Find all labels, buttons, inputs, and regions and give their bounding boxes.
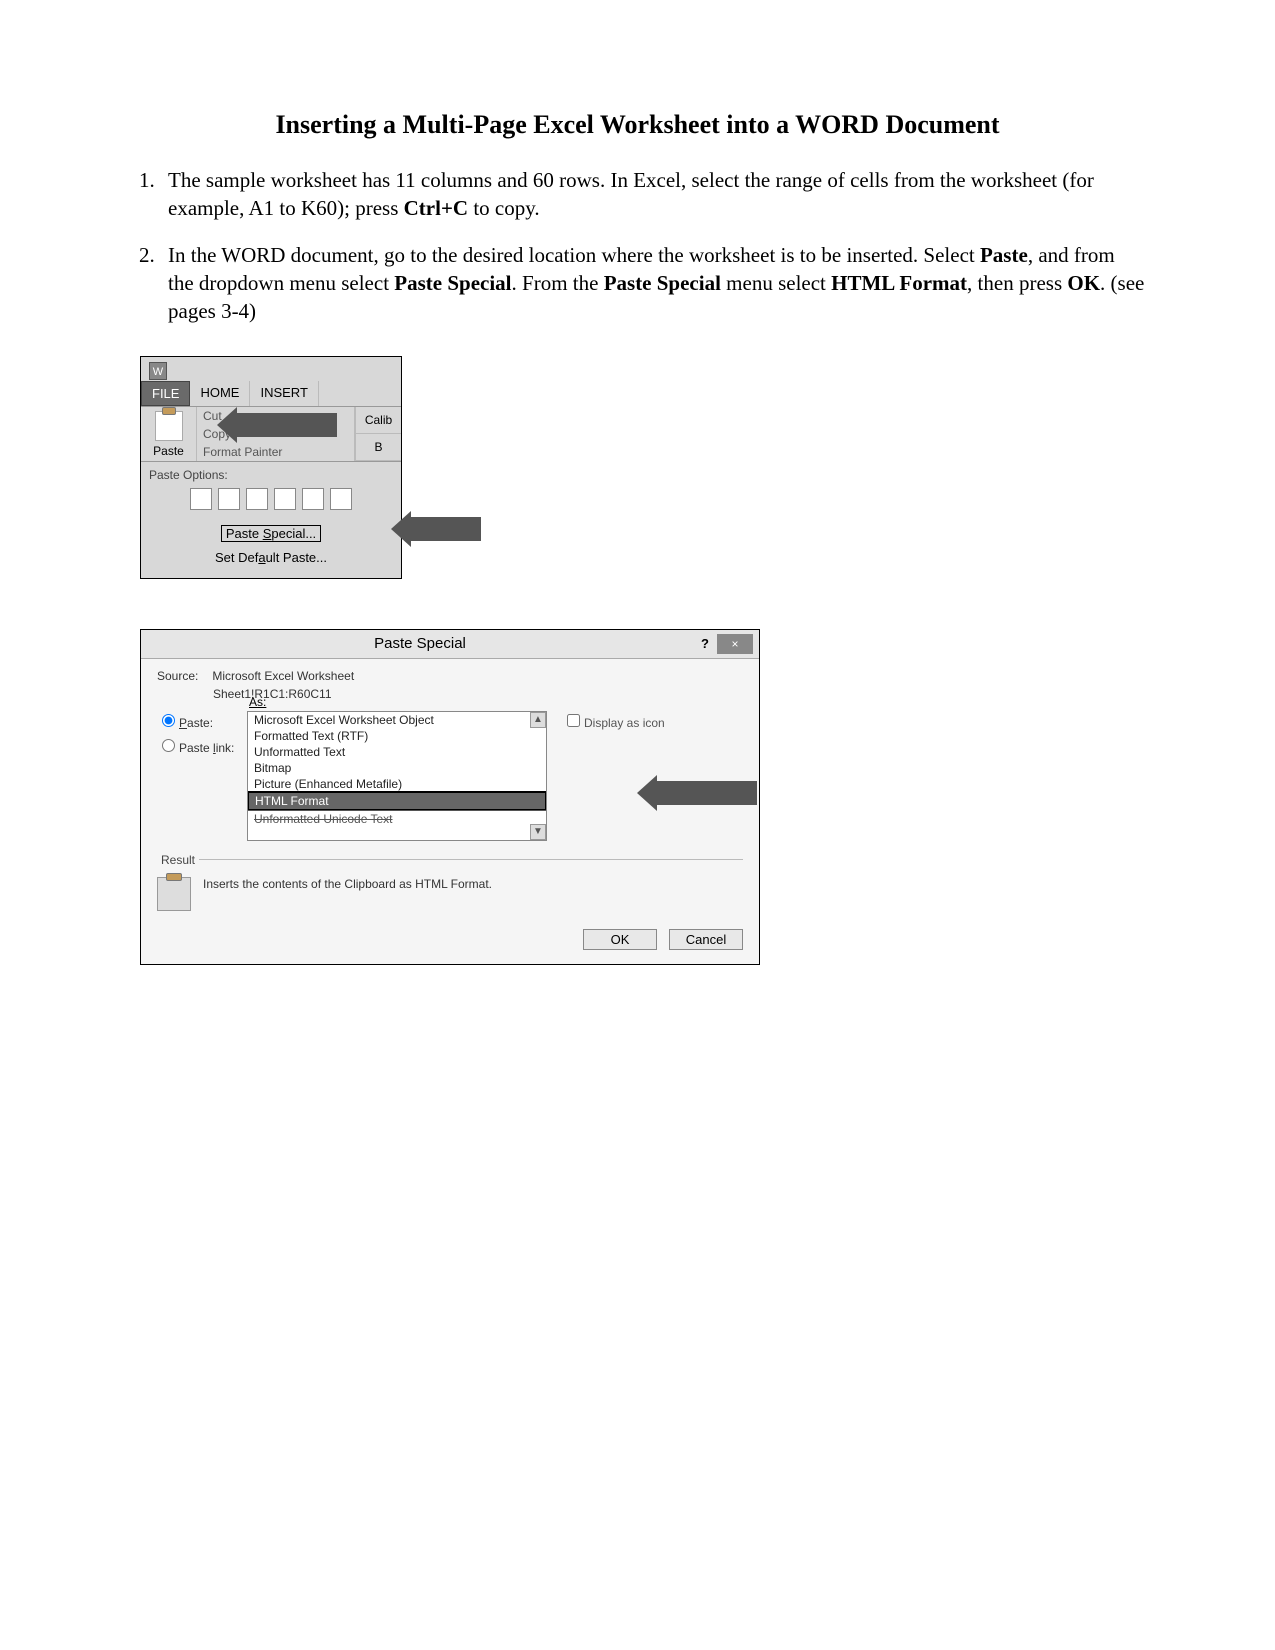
paste-button-label: Paste xyxy=(153,444,184,458)
list-item[interactable]: Bitmap xyxy=(248,760,546,776)
as-format-list[interactable]: Microsoft Excel Worksheet Object Formatt… xyxy=(247,711,547,841)
list-item[interactable]: Microsoft Excel Worksheet Object xyxy=(248,712,546,728)
dialog-title: Paste Special xyxy=(147,635,693,652)
source-value-1: Microsoft Excel Worksheet xyxy=(212,669,354,683)
paste-button[interactable]: Paste xyxy=(141,407,197,461)
result-heading: Result xyxy=(157,853,199,867)
paste-option-icons xyxy=(149,488,393,510)
tab-insert[interactable]: INSERT xyxy=(250,381,318,406)
clipboard-group: Cut Copy Format Painter xyxy=(197,407,355,461)
paste-radio-input[interactable] xyxy=(162,714,175,727)
instruction-list: The sample worksheet has 11 columns and … xyxy=(130,166,1145,326)
paste-radio[interactable]: Paste: xyxy=(157,711,247,730)
display-as-icon-checkbox[interactable]: Display as icon xyxy=(563,716,665,730)
font-name-fragment: Calib xyxy=(356,407,401,434)
paste-special-menu-item[interactable]: Paste Special... xyxy=(221,525,321,542)
word-app-icon: W xyxy=(149,362,167,380)
paste-option-icon[interactable] xyxy=(302,488,324,510)
ribbon-tabs: FILE HOME INSERT xyxy=(141,381,401,407)
paste-option-icon[interactable] xyxy=(218,488,240,510)
scroll-down-button[interactable]: ▼ xyxy=(530,824,546,840)
callout-arrow-icon xyxy=(237,413,337,437)
list-item[interactable]: Unformatted Text xyxy=(248,744,546,760)
paste-option-icon[interactable] xyxy=(190,488,212,510)
list-item[interactable]: Formatted Text (RTF) xyxy=(248,728,546,744)
scroll-up-button[interactable]: ▲ xyxy=(530,712,546,728)
result-description: Inserts the contents of the Clipboard as… xyxy=(203,877,492,891)
paste-special-dialog: Paste Special ? × Source: Microsoft Exce… xyxy=(140,629,760,965)
tab-home[interactable]: HOME xyxy=(190,381,250,406)
paste-link-radio[interactable]: Paste link: xyxy=(157,736,247,755)
source-line-1: Source: Microsoft Excel Worksheet xyxy=(157,669,743,683)
result-section: Result Inserts the contents of the Clipb… xyxy=(157,859,743,911)
instruction-1: The sample worksheet has 11 columns and … xyxy=(160,166,1145,223)
font-group: Calib B xyxy=(355,407,401,461)
list-item[interactable]: Picture (Enhanced Metafile) xyxy=(248,776,546,792)
paste-option-icon[interactable] xyxy=(330,488,352,510)
as-label: As: xyxy=(249,695,266,709)
close-button[interactable]: × xyxy=(717,634,753,654)
paste-options-heading: Paste Options: xyxy=(149,468,393,482)
bold-button[interactable]: B xyxy=(356,434,401,461)
dialog-buttons: OK Cancel xyxy=(141,919,759,964)
display-as-icon-option: Display as icon xyxy=(563,711,665,730)
help-button[interactable]: ? xyxy=(693,636,717,651)
tab-file[interactable]: FILE xyxy=(141,381,190,406)
cancel-button[interactable]: Cancel xyxy=(669,929,743,950)
paste-option-icon[interactable] xyxy=(274,488,296,510)
ok-button[interactable]: OK xyxy=(583,929,657,950)
source-line-2: Sheet1!R1C1:R60C11 xyxy=(157,687,743,701)
source-label: Source: xyxy=(157,669,209,683)
source-value-2: Sheet1!R1C1:R60C11 xyxy=(213,687,332,701)
clipboard-icon xyxy=(155,411,183,441)
instruction-2: In the WORD document, go to the desired … xyxy=(160,241,1145,326)
word-ribbon-screenshot: W FILE HOME INSERT Paste Cut Copy Format… xyxy=(140,356,402,579)
clipboard-result-icon xyxy=(157,877,191,911)
dialog-titlebar: Paste Special ? × xyxy=(141,630,759,659)
paste-option-icon[interactable] xyxy=(246,488,268,510)
paste-link-radio-input[interactable] xyxy=(162,739,175,752)
format-painter-item[interactable]: Format Painter xyxy=(197,443,354,461)
callout-arrow-icon xyxy=(411,517,481,541)
set-default-paste-menu-item[interactable]: Set Default Paste... xyxy=(215,550,327,565)
list-item[interactable]: Unformatted Unicode Text xyxy=(248,810,546,827)
callout-arrow-icon xyxy=(657,781,757,805)
page-title: Inserting a Multi-Page Excel Worksheet i… xyxy=(130,110,1145,140)
list-item-selected[interactable]: HTML Format xyxy=(247,791,547,811)
paste-options-dropdown: Paste Options: Paste Special... Set Defa… xyxy=(141,462,401,578)
paste-mode-radios: Paste: Paste link: xyxy=(157,711,247,761)
display-as-icon-input[interactable] xyxy=(567,714,580,727)
